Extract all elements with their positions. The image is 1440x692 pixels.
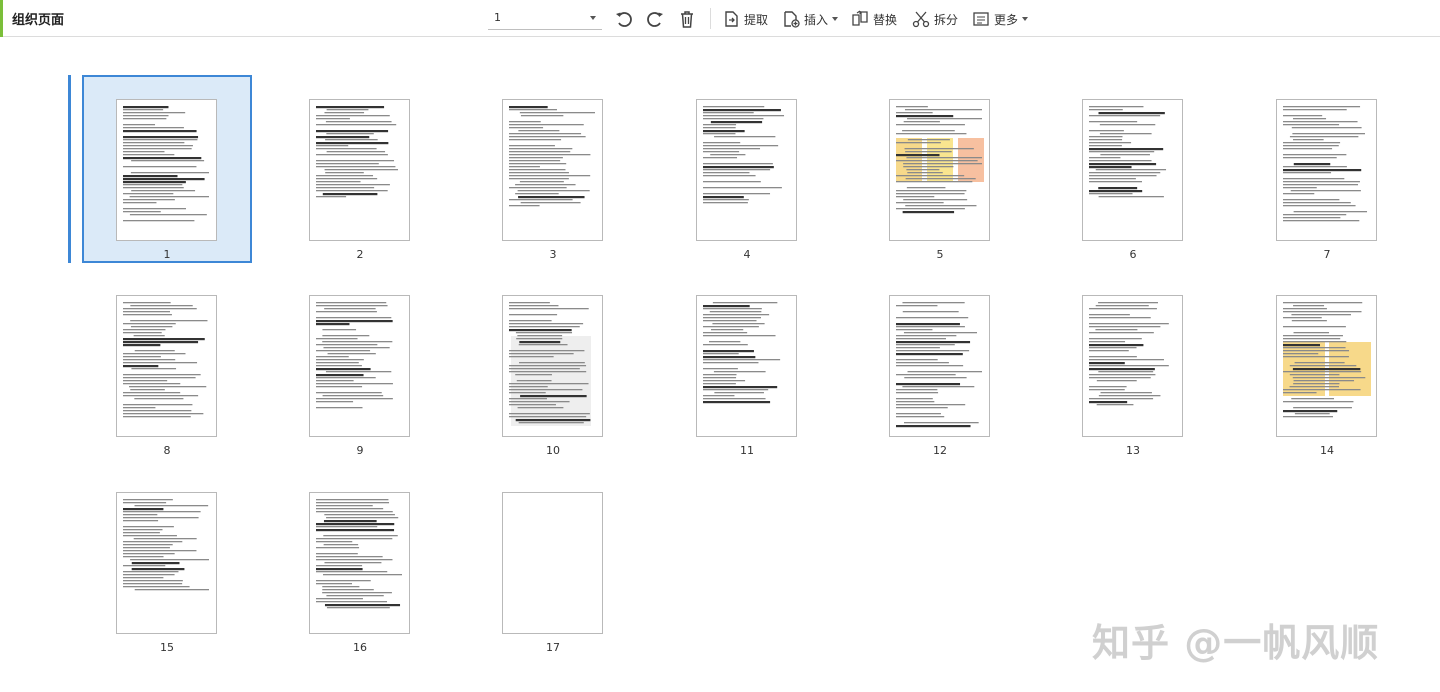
page-number-label: 11 [740, 444, 754, 457]
page-thumbnail[interactable]: 11 [662, 271, 832, 459]
page-thumbnail-grid: 1 2 3 4 5 6 7 8 9 10 11 12 13 14 15 16 17 [0, 38, 1440, 692]
page-preview [1082, 295, 1183, 437]
selection-indicator [68, 75, 71, 263]
page-thumbnail[interactable]: 10 [468, 271, 638, 459]
page-thumbnail[interactable]: 3 [468, 75, 638, 263]
replace-page-icon [852, 10, 868, 26]
insert-label: 插入 [804, 12, 829, 27]
page-preview [116, 492, 217, 634]
more-icon [973, 12, 989, 26]
chevron-down-icon [590, 16, 596, 20]
rotate-left-icon[interactable] [613, 8, 635, 30]
page-preview [502, 99, 603, 241]
watermark: 知乎 @一帆风顺 [1092, 621, 1380, 665]
page-number-value: 1 [494, 11, 501, 24]
page-number-label: 17 [546, 641, 560, 654]
page-number-label: 1 [163, 248, 171, 261]
page-preview [1276, 295, 1377, 437]
replace-button[interactable]: 替换 [850, 8, 897, 30]
page-number-label: 5 [936, 248, 944, 261]
page-thumbnail[interactable]: 7 [1242, 75, 1412, 263]
page-preview [309, 295, 410, 437]
page-preview [889, 99, 990, 241]
extract-label: 提取 [744, 12, 769, 27]
page-number-label: 4 [743, 248, 751, 261]
page-thumbnail[interactable]: 4 [662, 75, 832, 263]
page-thumbnail[interactable]: 13 [1048, 271, 1218, 459]
replace-label: 替换 [873, 12, 898, 27]
chevron-down-icon [832, 17, 839, 21]
page-preview [309, 492, 410, 634]
page-preview [1082, 99, 1183, 241]
chevron-down-icon [1022, 17, 1029, 21]
page-thumbnail[interactable]: 16 [275, 468, 445, 656]
page-number-label: 3 [549, 248, 557, 261]
rotate-right-icon[interactable] [644, 8, 666, 30]
page-thumbnail[interactable]: 17 [468, 468, 638, 656]
page-preview [696, 99, 797, 241]
page-number-label: 9 [356, 444, 364, 457]
page-thumbnail[interactable]: 15 [82, 468, 252, 656]
page-number-label: 13 [1126, 444, 1140, 457]
page-number-label: 10 [546, 444, 560, 457]
trash-icon[interactable] [676, 8, 698, 30]
page-preview [502, 295, 603, 437]
page-preview [116, 295, 217, 437]
page-thumbnail[interactable]: 12 [855, 271, 1025, 459]
page-preview [116, 99, 217, 241]
page-thumbnail[interactable]: 2 [275, 75, 445, 263]
page-preview [1276, 99, 1377, 241]
page-title: 组织页面 [12, 13, 65, 28]
page-preview [696, 295, 797, 437]
page-number-label: 12 [933, 444, 947, 457]
page-preview [502, 492, 603, 634]
page-thumbnail[interactable]: 5 [855, 75, 1025, 263]
scissors-icon [912, 11, 930, 28]
page-thumbnail[interactable]: 14 [1242, 271, 1412, 459]
page-number-label: 16 [353, 641, 367, 654]
extract-button[interactable]: 提取 [721, 8, 768, 30]
insert-page-icon [784, 11, 800, 28]
toolbar-accent [0, 0, 3, 37]
more-button[interactable]: 更多 [971, 8, 1029, 30]
split-label: 拆分 [934, 12, 959, 27]
page-number-label: 7 [1323, 248, 1331, 261]
insert-button[interactable]: 插入 [781, 8, 839, 30]
page-preview [309, 99, 410, 241]
page-thumbnail[interactable]: 1 [68, 75, 252, 263]
page-number-label: 2 [356, 248, 364, 261]
page-number-label: 14 [1320, 444, 1334, 457]
page-thumbnail[interactable]: 6 [1048, 75, 1218, 263]
page-thumbnail[interactable]: 9 [275, 271, 445, 459]
page-number-select[interactable]: 1 [488, 7, 602, 30]
toolbar-divider [710, 8, 711, 29]
page-preview [889, 295, 990, 437]
more-label: 更多 [994, 12, 1019, 27]
page-thumbnail[interactable]: 8 [82, 271, 252, 459]
toolbar: 组织页面 1 提取 插入 替换 拆分 更多 [0, 0, 1440, 37]
page-number-label: 15 [160, 641, 174, 654]
page-number-label: 6 [1129, 248, 1137, 261]
split-button[interactable]: 拆分 [911, 8, 958, 30]
page-number-label: 8 [163, 444, 171, 457]
extract-icon [725, 11, 738, 27]
